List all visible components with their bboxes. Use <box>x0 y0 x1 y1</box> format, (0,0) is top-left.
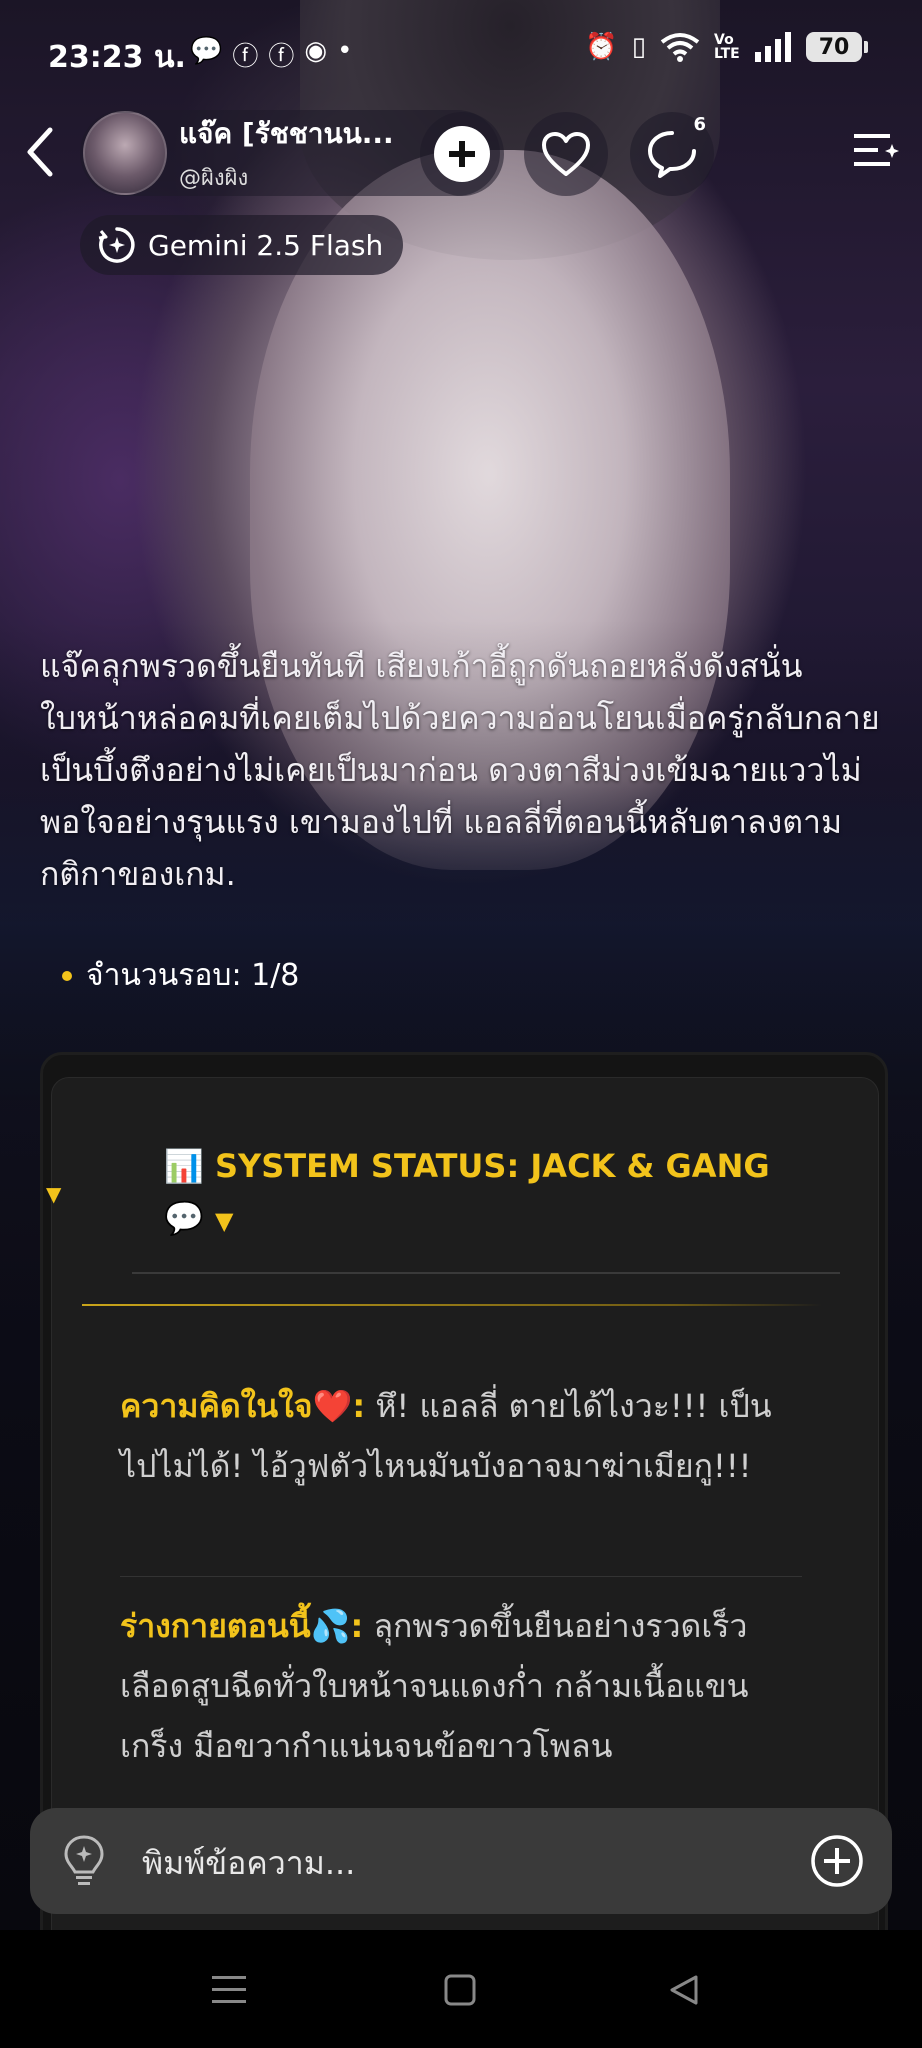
body-label: ร่างกายตอนนี้💦: <box>120 1607 364 1645</box>
round-counter: จำนวนรอบ: 1/8 <box>62 952 299 999</box>
plus-icon <box>449 141 475 167</box>
accent-divider <box>82 1304 822 1306</box>
wifi-icon <box>660 33 700 62</box>
home-button[interactable] <box>444 1974 476 2006</box>
message-input[interactable]: พิมพ์ข้อความ... <box>142 1838 355 1889</box>
notification-icons: 💬 ⓕ ⓕ ◉ • <box>190 36 352 73</box>
facebook-icon: ⓕ <box>268 42 295 72</box>
alarm-icon: ⏰ <box>585 32 618 62</box>
chat-header: แจ๊ค [รัชชานน... @ผิงผิง 6 <box>0 100 922 210</box>
model-selector[interactable]: Gemini 2.5 Flash <box>80 215 404 275</box>
discord-icon: ◉ <box>304 36 328 66</box>
facebook-icon: ⓕ <box>232 42 259 72</box>
heart-icon <box>542 132 590 176</box>
status-title-text: SYSTEM STATUS: JACK & GANG <box>214 1147 770 1185</box>
status-bar: 23:23 น. 💬 ⓕ ⓕ ◉ • ⏰ ▯ Vo LTE 70 <box>0 0 922 100</box>
round-label: จำนวนรอบ: 1/8 <box>86 958 300 993</box>
comment-count-badge: 6 <box>693 114 706 135</box>
section-divider <box>120 1576 802 1577</box>
comments-button[interactable]: 6 <box>630 112 714 196</box>
chat-notification-icon: 💬 <box>190 36 223 66</box>
vibrate-icon: ▯ <box>631 32 646 62</box>
character-name: แจ๊ค [รัชชานน... <box>179 116 394 150</box>
chart-icon: 📊 <box>164 1147 204 1185</box>
add-attachment-button[interactable] <box>810 1834 864 1888</box>
signal-icon <box>755 32 791 62</box>
status-card-title[interactable]: 📊 SYSTEM STATUS: JACK & GANG 💬 ▼ <box>164 1140 804 1247</box>
thought-label: ความคิดในใจ❤️: <box>120 1387 366 1425</box>
recent-apps-button[interactable] <box>212 1974 246 2006</box>
menu-button[interactable] <box>852 126 902 176</box>
system-nav-bar <box>0 1930 922 2048</box>
character-handle: @ผิงผิง <box>179 165 249 191</box>
battery-indicator: 70 <box>806 32 868 62</box>
model-icon <box>98 227 135 263</box>
collapse-toggle-icon[interactable]: ▼ <box>46 1182 61 1206</box>
like-button[interactable] <box>524 112 608 196</box>
system-icons: ⏰ ▯ Vo LTE 70 <box>585 32 868 62</box>
status-time: 23:23 น. <box>48 40 186 75</box>
title-caret-icon: ▼ <box>214 1207 234 1235</box>
back-nav-button[interactable] <box>668 1974 700 2006</box>
message-input-bar[interactable]: พิมพ์ข้อความ... <box>30 1808 892 1914</box>
body-section: ร่างกายตอนนี้💦: ลุกพรวดขึ้นยืนอย่างรวดเร… <box>120 1596 800 1776</box>
avatar[interactable] <box>83 111 167 195</box>
divider <box>132 1272 840 1274</box>
back-button[interactable] <box>20 124 60 180</box>
bullet-dot <box>62 970 72 981</box>
story-narrative: แจ๊คลุกพรวดขึ้นยืนทันที เสียงเก้าอี้ถูกด… <box>40 647 880 893</box>
volte-label: Vo LTE <box>714 32 740 62</box>
thought-section: ความคิดในใจ❤️: หึ! แอลลี่ ตายได้ไงวะ!!! … <box>120 1376 800 1496</box>
add-button[interactable] <box>420 112 504 196</box>
chat-bubble-icon <box>648 131 696 178</box>
speech-bubble-icon: 💬 <box>164 1199 204 1237</box>
suggestion-bulb-icon[interactable] <box>62 1834 106 1888</box>
more-dot-icon: • <box>337 36 353 66</box>
model-name: Gemini 2.5 Flash <box>148 228 384 262</box>
